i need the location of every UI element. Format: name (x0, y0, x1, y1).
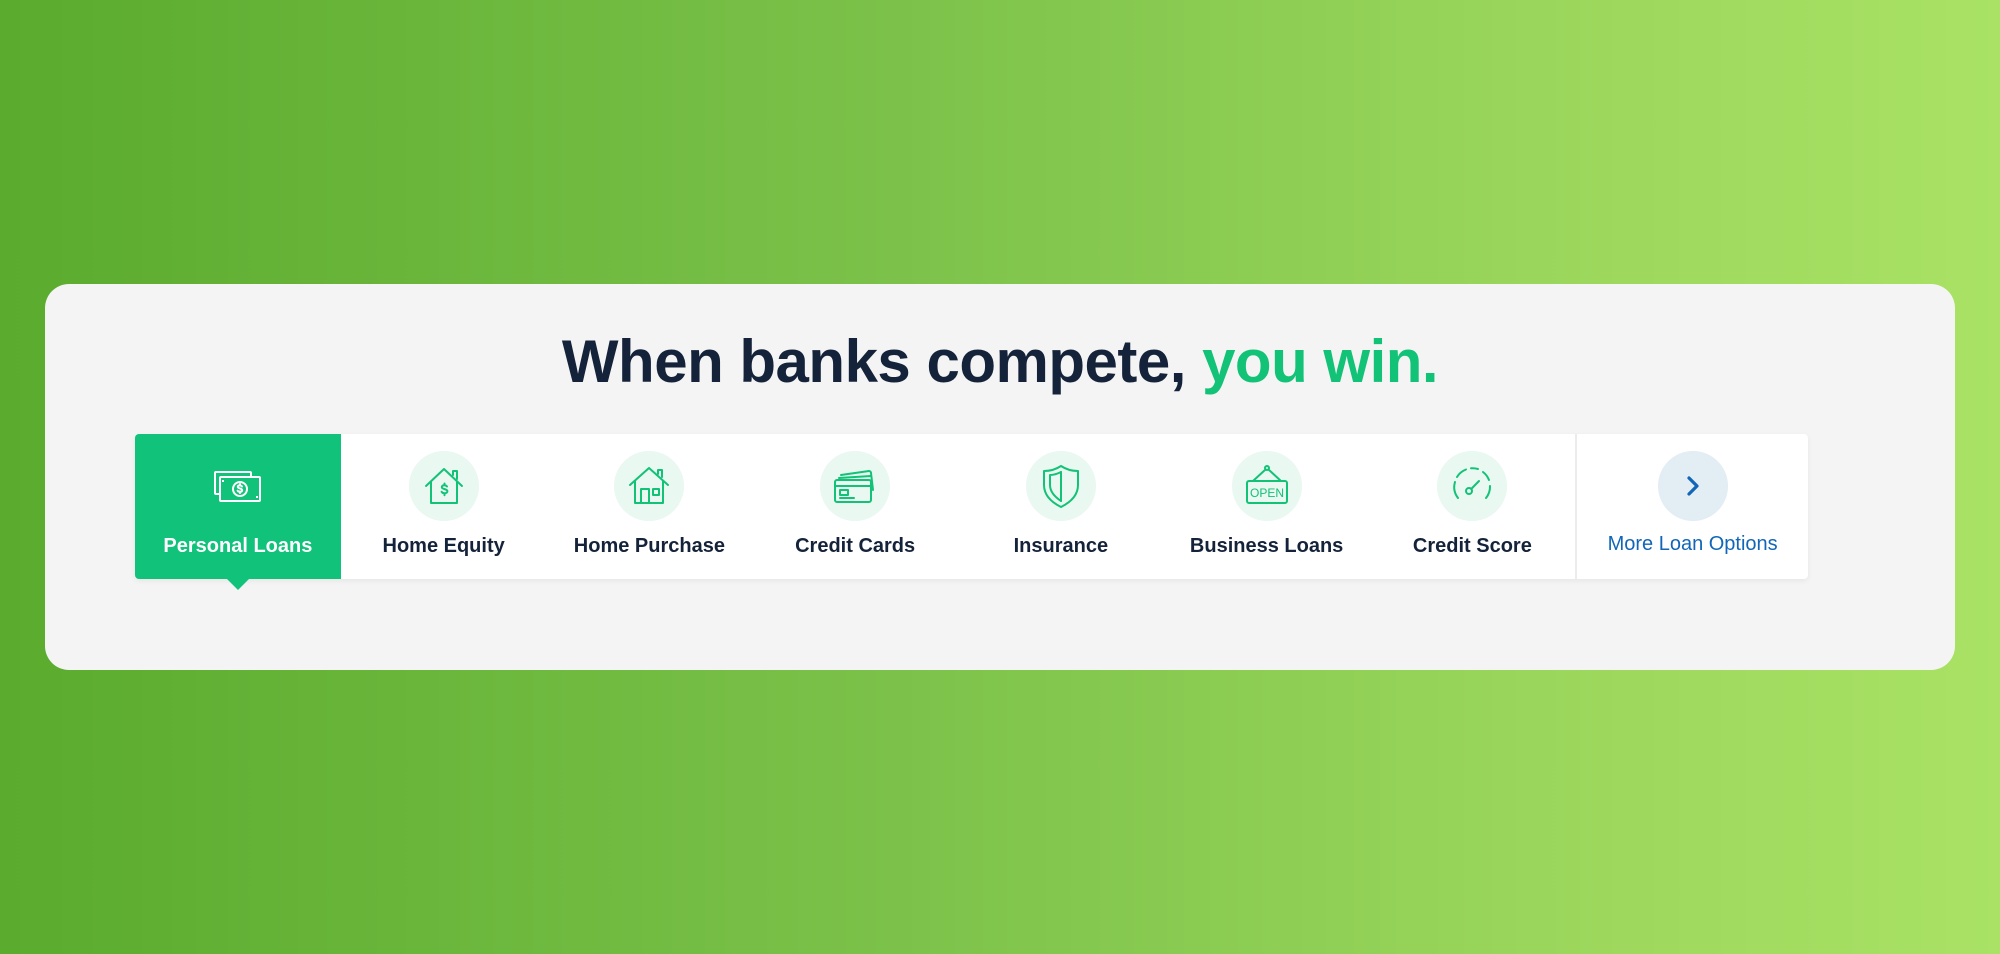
tab-insurance[interactable]: Insurance (958, 434, 1164, 579)
tab-label: Credit Cards (795, 535, 916, 557)
tab-label: Home Equity (382, 535, 505, 557)
headline-accent: you win. (1202, 328, 1439, 395)
more-loan-options-button[interactable]: More Loan Options (1575, 434, 1808, 579)
headline: When banks compete, you win. (45, 322, 1955, 402)
more-loan-options-label: More Loan Options (1607, 533, 1778, 555)
shield-icon (1025, 451, 1096, 521)
money-icon (203, 451, 273, 521)
chevron-right-icon (1657, 451, 1728, 521)
gauge-icon (1437, 451, 1508, 521)
hero-card: When banks compete, you win. Personal Lo… (45, 284, 1955, 670)
credit-cards-icon (820, 451, 891, 521)
product-tabs: Personal Loans Home Equity Home Purchase… (135, 434, 1808, 590)
tab-label: Business Loans (1189, 535, 1344, 557)
tab-credit-cards[interactable]: Credit Cards (752, 434, 958, 579)
tab-credit-score[interactable]: Credit Score (1370, 434, 1576, 579)
tab-label: Insurance (1013, 535, 1109, 557)
house-dollar-icon (408, 451, 479, 521)
headline-main: When banks compete, (561, 328, 1203, 395)
svg-text:OPEN: OPEN (1250, 486, 1284, 500)
tab-home-equity[interactable]: Home Equity (341, 434, 547, 579)
tab-label: Home Purchase (573, 535, 725, 557)
tab-business-loans[interactable]: OPEN Business Loans (1164, 434, 1370, 579)
tab-label: Personal Loans (163, 535, 313, 557)
tab-personal-loans[interactable]: Personal Loans (135, 434, 341, 590)
tab-home-purchase[interactable]: Home Purchase (547, 434, 753, 579)
open-sign-icon: OPEN (1231, 451, 1302, 521)
tab-label: Credit Score (1412, 535, 1532, 557)
house-icon (614, 451, 685, 521)
